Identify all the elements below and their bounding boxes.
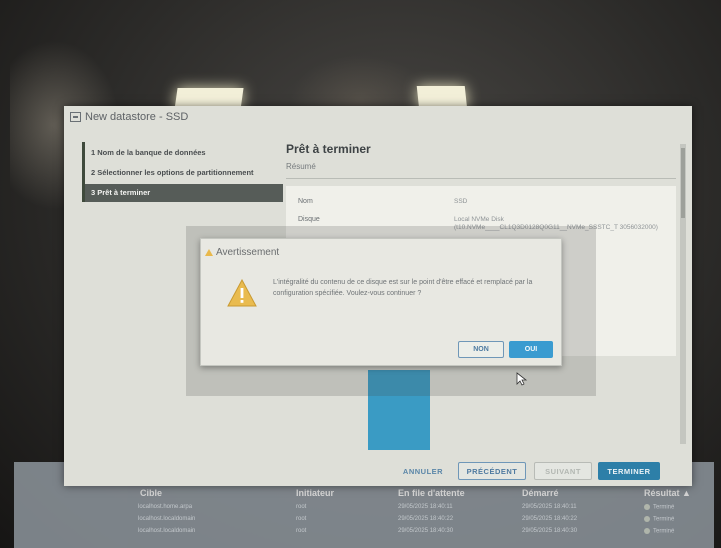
step-partition-options[interactable]: 2 Sélectionner les options de partitionn… <box>91 168 254 177</box>
column-header-queued[interactable]: En file d'attente <box>398 488 465 498</box>
wizard-title-text: New datastore - SSD <box>85 111 189 123</box>
row-started: 29/05/2025 18:40:22 <box>522 516 578 522</box>
success-icon <box>644 504 650 510</box>
row-queued: 29/05/2025 18:40:30 <box>398 528 454 534</box>
row-started: 29/05/2025 18:40:30 <box>522 528 578 534</box>
warning-dialog: Avertissement L'intégralité du contenu d… <box>200 238 562 366</box>
alert-title: Avertissement <box>216 247 280 258</box>
wizard-scrollbar[interactable] <box>680 144 686 444</box>
column-header-target[interactable]: Cible <box>140 488 162 498</box>
column-header-initiator[interactable]: Initiateur <box>296 488 334 498</box>
column-header-started[interactable]: Démarré <box>522 488 559 498</box>
row-initiator: root <box>296 516 307 522</box>
datastore-icon <box>70 112 81 122</box>
row-target: localhost.localdomain <box>138 528 196 534</box>
success-icon <box>644 516 650 522</box>
row-queued: 29/05/2025 18:40:22 <box>398 516 454 522</box>
cancel-button[interactable]: ANNULER <box>394 462 452 480</box>
row-initiator: root <box>296 504 307 510</box>
row-result: Terminé <box>644 516 674 523</box>
alert-header: Avertissement <box>205 247 279 258</box>
summary-label-name: Nom <box>298 198 313 205</box>
step-name[interactable]: 1 Nom de la banque de données <box>91 148 206 157</box>
wizard-steps: 1 Nom de la banque de données 2 Sélectio… <box>82 142 283 202</box>
next-button[interactable]: SUIVANT <box>534 462 592 480</box>
row-result: Terminé <box>644 528 674 535</box>
row-initiator: root <box>296 528 307 534</box>
previous-button[interactable]: PRÉCÉDENT <box>458 462 526 480</box>
finish-button[interactable]: TERMINER <box>598 462 660 480</box>
table-row[interactable]: localhost.home.arpa root 29/05/2025 18:4… <box>14 502 714 514</box>
divider <box>286 178 676 179</box>
row-target: localhost.localdomain <box>138 516 196 522</box>
row-started: 29/05/2025 18:40:11 <box>522 504 577 510</box>
wizard-title: New datastore - SSD <box>70 111 188 123</box>
warning-small-icon <box>205 249 213 256</box>
warning-icon <box>227 279 257 307</box>
table-row[interactable]: localhost.localdomain root 29/05/2025 18… <box>14 526 714 538</box>
summary-value-name: SSD <box>454 198 468 205</box>
success-icon <box>644 528 650 534</box>
row-queued: 29/05/2025 18:40:11 <box>398 504 453 510</box>
page-subtitle: Résumé <box>286 162 316 171</box>
mouse-cursor-icon <box>516 372 528 386</box>
row-result: Terminé <box>644 504 674 511</box>
wizard-footer: ANNULER PRÉCÉDENT SUIVANT TERMINER <box>64 458 692 486</box>
alert-message: L'intégralité du contenu de ce disque es… <box>273 279 533 297</box>
table-row[interactable]: localhost.localdomain root 29/05/2025 18… <box>14 514 714 526</box>
page-title: Prêt à terminer <box>286 142 371 156</box>
row-target: localhost.home.arpa <box>138 504 193 510</box>
summary-label-disk: Disque <box>298 216 320 223</box>
column-header-result[interactable]: Résultat ▲ <box>644 488 691 498</box>
no-button[interactable]: NON <box>458 341 504 358</box>
step-ready-to-complete[interactable]: 3 Prêt à terminer <box>91 188 150 197</box>
yes-button[interactable]: OUI <box>509 341 553 358</box>
